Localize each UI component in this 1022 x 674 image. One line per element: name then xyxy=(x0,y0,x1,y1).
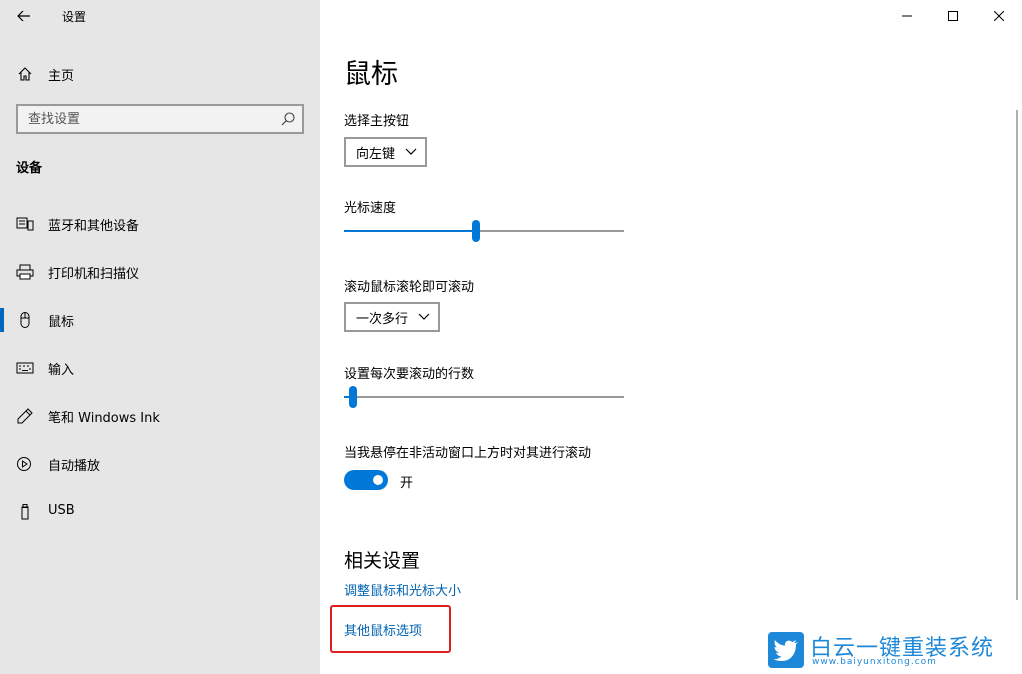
sidebar-item-home[interactable]: 主页 xyxy=(0,58,320,90)
close-button[interactable] xyxy=(976,0,1022,32)
watermark: 白云一键重装系统 www.baiyunxitong.com xyxy=(768,630,1018,670)
adjust-cursor-size-link[interactable]: 调整鼠标和光标大小 xyxy=(344,580,461,599)
sidebar-item-usb[interactable]: USB xyxy=(0,488,320,536)
section-title: 设备 xyxy=(16,161,43,176)
search-icon[interactable] xyxy=(280,111,296,127)
cursor-speed-label: 光标速度 xyxy=(344,201,397,216)
scroll-lines-label: 设置每次要滚动的行数 xyxy=(344,367,475,382)
app-title: 设置 xyxy=(62,10,87,24)
sidebar-item-bluetooth[interactable]: 蓝牙和其他设备 xyxy=(0,200,320,248)
title-bar: 设置 xyxy=(0,0,320,32)
maximize-button[interactable] xyxy=(930,0,976,32)
sidebar-item-label: 打印机和扫描仪 xyxy=(48,267,140,282)
search-box[interactable] xyxy=(16,104,304,134)
search-input[interactable] xyxy=(18,106,272,132)
maximize-icon xyxy=(948,11,958,21)
sidebar-item-label: USB xyxy=(48,503,75,518)
scrollbar[interactable] xyxy=(1016,110,1018,600)
sidebar-item-label: 自动播放 xyxy=(48,459,101,474)
sidebar: 设置 主页 设备 蓝牙和其他设备 打印机和扫描仪 xyxy=(0,0,320,674)
sidebar-item-label: 鼠标 xyxy=(48,315,75,330)
pen-icon xyxy=(16,408,34,424)
chevron-down-icon xyxy=(418,313,430,320)
scroll-wheel-dropdown[interactable]: 一次多行 xyxy=(344,302,441,332)
sidebar-item-mouse[interactable]: 鼠标 xyxy=(0,296,320,344)
scroll-lines-slider[interactable] xyxy=(344,385,624,409)
slider-track xyxy=(344,396,624,398)
close-icon xyxy=(994,11,1004,21)
keyboard-icon xyxy=(16,360,34,376)
inactive-scroll-toggle[interactable] xyxy=(344,470,388,490)
main-content: 鼠标 选择主按钮 向左键 光标速度 滚动鼠标滚轮即可滚动 一次多行 设置每次要滚… xyxy=(320,0,1022,674)
dropdown-value: 向左键 xyxy=(356,146,396,162)
sidebar-item-printers[interactable]: 打印机和扫描仪 xyxy=(0,248,320,296)
usb-icon xyxy=(16,504,34,520)
dropdown-value: 一次多行 xyxy=(356,311,409,327)
bird-logo-icon xyxy=(768,632,804,668)
highlight-annotation xyxy=(330,605,451,653)
bluetooth-devices-icon xyxy=(16,216,34,232)
mouse-icon xyxy=(16,312,34,328)
sidebar-item-label: 主页 xyxy=(48,69,75,84)
chevron-down-icon xyxy=(405,148,417,155)
slider-thumb[interactable] xyxy=(349,386,357,408)
minimize-button[interactable] xyxy=(884,0,930,32)
back-button[interactable] xyxy=(8,4,40,28)
sidebar-nav: 蓝牙和其他设备 打印机和扫描仪 鼠标 输入 笔和 Windows Ink 自动播… xyxy=(0,200,320,536)
toggle-state-label: 开 xyxy=(400,476,414,491)
sidebar-item-label: 输入 xyxy=(48,363,75,378)
slider-fill xyxy=(344,230,476,232)
related-settings-title: 相关设置 xyxy=(344,550,421,572)
sidebar-item-typing[interactable]: 输入 xyxy=(0,344,320,392)
inactive-scroll-label: 当我悬停在非活动窗口上方时对其进行滚动 xyxy=(344,446,592,461)
sidebar-item-autoplay[interactable]: 自动播放 xyxy=(0,440,320,488)
sidebar-item-label: 蓝牙和其他设备 xyxy=(48,219,140,234)
window-controls xyxy=(884,0,1022,32)
watermark-url: www.baiyunxitong.com xyxy=(812,657,937,667)
toggle-knob xyxy=(373,475,383,485)
back-arrow-icon xyxy=(17,10,30,22)
scroll-wheel-label: 滚动鼠标滚轮即可滚动 xyxy=(344,280,475,295)
sidebar-item-label: 笔和 Windows Ink xyxy=(48,411,160,426)
sidebar-item-pen[interactable]: 笔和 Windows Ink xyxy=(0,392,320,440)
slider-thumb[interactable] xyxy=(472,220,480,242)
home-icon xyxy=(17,66,33,82)
primary-button-label: 选择主按钮 xyxy=(344,114,410,129)
printer-icon xyxy=(16,264,34,280)
autoplay-icon xyxy=(16,456,34,472)
cursor-speed-slider[interactable] xyxy=(344,219,624,243)
minimize-icon xyxy=(902,15,912,17)
page-title: 鼠标 xyxy=(344,59,398,90)
primary-button-dropdown[interactable]: 向左键 xyxy=(344,137,428,167)
